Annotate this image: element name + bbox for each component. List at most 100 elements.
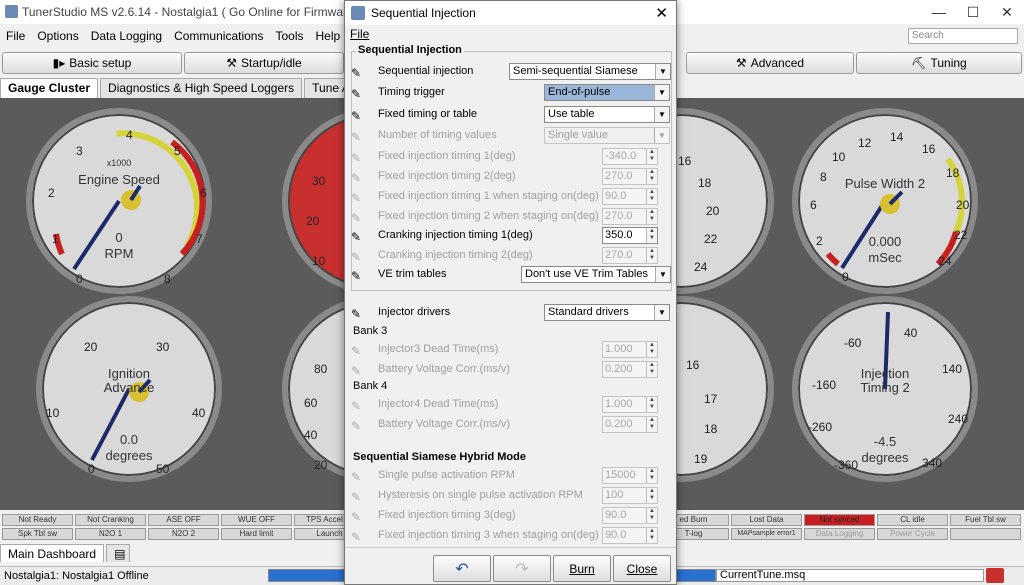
- fixed-injection-timing-1-input: -340.0 ▲ ▼: [602, 148, 658, 165]
- dialog-icon: [351, 6, 365, 20]
- row-injector3-dead-time: ✎ Injector3 Dead Time(ms) 1.000 ▲ ▼: [345, 341, 670, 359]
- engine-icon: ▮▸: [52, 56, 66, 70]
- row-fixed-injection-timing-3-staging: ✎ Fixed injection timing 3 when staging …: [345, 527, 670, 545]
- progress-bar: [268, 569, 346, 582]
- dialog-title-bar: Sequential Injection ✕: [345, 1, 676, 25]
- dialog-title: Sequential Injection: [371, 6, 476, 20]
- status-indicator: Power Cycle: [877, 528, 948, 540]
- dashboard-tabs: Main Dashboard ▤: [0, 544, 132, 562]
- redo-button: ↷: [493, 555, 551, 582]
- pencil-icon[interactable]: ✎: [351, 87, 364, 101]
- close-icon[interactable]: ✕: [655, 4, 668, 22]
- row-sequential-injection: ✎ Sequential injection Semi-sequential S…: [345, 63, 671, 81]
- row-single-pulse-rpm: ✎ Single pulse activation RPM 15000 ▲ ▼: [345, 467, 670, 485]
- pencil-icon[interactable]: ✎: [351, 66, 364, 80]
- advanced-button[interactable]: ⚒ Advanced: [686, 52, 854, 74]
- tab-diagnostics[interactable]: Diagnostics & High Speed Loggers: [100, 78, 303, 98]
- status-indicators-row2: Spk Tbl sw N2O 1 N2O 2 Hard limit Launch: [2, 528, 365, 540]
- sequential-injection-select[interactable]: Semi-sequential Siamese ▼: [509, 63, 671, 80]
- status-indicator: Spk Tbl sw: [2, 528, 73, 540]
- close-button[interactable]: Close: [613, 555, 671, 582]
- menu-options[interactable]: Options: [31, 29, 84, 43]
- menu-help[interactable]: Help: [309, 29, 346, 43]
- pencil-icon[interactable]: ✎: [351, 230, 364, 244]
- timing-values-select: Single value ▼: [544, 127, 670, 144]
- row-cranking-injection-timing-2: ✎ Cranking injection timing 2(deg) 270.0…: [345, 247, 670, 265]
- pencil-icon[interactable]: ✎: [351, 307, 364, 321]
- startup-idle-button[interactable]: ⚒ Startup/idle: [184, 52, 344, 74]
- injector4-dead-time-input: 1.000 ▲ ▼: [602, 396, 658, 413]
- pencil-icon: ✎: [351, 399, 362, 413]
- connection-status: Nostalgia1: Nostalgia1 Offline: [4, 570, 149, 582]
- minimize-icon[interactable]: —: [922, 0, 956, 24]
- tune-file-name: CurrentTune.msq: [716, 569, 984, 582]
- burn-button[interactable]: Burn: [553, 555, 611, 582]
- tab-gauge-cluster[interactable]: Gauge Cluster: [0, 78, 99, 98]
- status-indicators-row1-right: ed Burn Lost Data Not synced CL idle Fue…: [658, 514, 1021, 526]
- maximize-icon[interactable]: ☐: [956, 0, 990, 24]
- pencil-icon: ✎: [351, 211, 362, 225]
- bank4-battery-corr-input: 0.200 ▲ ▼: [602, 416, 658, 433]
- row-fixed-injection-timing-3: ✎ Fixed injection timing 3(deg) 90.0 ▲ ▼: [345, 507, 670, 525]
- group-title: Sequential Injection: [356, 44, 464, 56]
- new-dashboard-icon[interactable]: ▤: [106, 544, 131, 562]
- status-indicator: [950, 528, 1021, 540]
- injection-timing-2-gauge: -360 -260 -160 -60 40 140 240 340 Inject…: [792, 296, 978, 482]
- status-indicator: Hard limit: [221, 528, 292, 540]
- bank3-battery-corr-input: 0.200 ▲ ▼: [602, 361, 658, 378]
- pencil-icon[interactable]: ✎: [351, 109, 364, 123]
- row-injector4-dead-time: ✎ Injector4 Dead Time(ms) 1.000 ▲ ▼: [345, 396, 670, 414]
- main-tabs: Gauge Cluster Diagnostics & High Speed L…: [0, 78, 376, 98]
- pencil-icon: ✎: [351, 364, 362, 378]
- fixed-timing-select[interactable]: Use table ▼: [544, 106, 670, 123]
- progress-bar: [676, 569, 716, 582]
- undo-button[interactable]: ↶: [433, 555, 491, 582]
- app-icon: [5, 5, 18, 18]
- sequential-injection-dialog: Sequential Injection ✕ File Sequential I…: [344, 0, 677, 585]
- engine-speed-gauge: 0 1 2 3 4 5 6 7 8 x1000 Engine Speed 0 R…: [26, 108, 212, 294]
- pencil-icon: ✎: [351, 191, 362, 205]
- row-ve-trim-tables: ✎ VE trim tables Don't use VE Trim Table…: [345, 266, 671, 284]
- row-hysteresis: ✎ Hysteresis on single pulse activation …: [345, 487, 670, 505]
- stop-icon[interactable]: [986, 568, 1004, 583]
- pencil-icon[interactable]: ✎: [351, 269, 364, 283]
- dialog-divider: [345, 547, 676, 548]
- pencil-icon: ✎: [351, 470, 362, 484]
- injector-drivers-select[interactable]: Standard drivers ▼: [544, 304, 670, 321]
- status-indicator: MAPsample error1: [731, 528, 802, 540]
- injector3-dead-time-input: 1.000 ▲ ▼: [602, 341, 658, 358]
- basic-setup-button[interactable]: ▮▸ Basic setup: [2, 52, 182, 74]
- status-indicator: Data Logging: [804, 528, 875, 540]
- cranking-timing-1-input[interactable]: 350.0 ▲ ▼: [602, 227, 658, 244]
- status-indicator: WUE OFF: [221, 514, 292, 526]
- ve-trim-select[interactable]: Don't use VE Trim Tables ▼: [521, 266, 671, 283]
- timing-trigger-select[interactable]: End-of-pulse ▼: [544, 84, 670, 101]
- row-fixed-injection-timing-1-staging: ✎ Fixed injection timing 1 when staging …: [345, 188, 670, 206]
- dialog-menu-file[interactable]: File: [345, 25, 676, 43]
- status-indicator: Not Cranking: [75, 514, 146, 526]
- row-cranking-injection-timing-1: ✎ Cranking injection timing 1(deg) 350.0…: [345, 227, 670, 245]
- staging-timing-2-input: 270.0 ▲ ▼: [602, 208, 658, 225]
- row-bank3-battery-corr: ✎ Battery Voltage Corr.(ms/v) 0.200 ▲ ▼: [345, 361, 670, 379]
- status-indicator: ASE OFF: [148, 514, 219, 526]
- menu-file[interactable]: File: [0, 29, 31, 43]
- pencil-icon: ✎: [351, 490, 362, 504]
- cranking-timing-2-input: 270.0 ▲ ▼: [602, 247, 658, 264]
- pulse-width-2-gauge: 0 2 6 8 10 12 14 16 18 20 22 24 Pulse Wi…: [792, 108, 978, 294]
- close-icon[interactable]: ✕: [990, 0, 1024, 24]
- search-input[interactable]: Search: [908, 28, 1018, 44]
- menu-tools[interactable]: Tools: [269, 29, 309, 43]
- hysteresis-input: 100 ▲ ▼: [602, 487, 658, 504]
- tuning-button[interactable]: ⛏ Tuning: [856, 52, 1022, 74]
- menu-bar: File Options Data Logging Communications…: [0, 26, 346, 46]
- row-fixed-injection-timing-2: ✎ Fixed injection timing 2(deg) 270.0 ▲ ▼: [345, 168, 670, 186]
- tab-main-dashboard[interactable]: Main Dashboard: [0, 544, 105, 562]
- pencil-icon: ✎: [351, 171, 362, 185]
- status-indicator: Lost Data: [731, 514, 802, 526]
- menu-data-logging[interactable]: Data Logging: [85, 29, 168, 43]
- row-fixed-injection-timing-1: ✎ Fixed injection timing 1(deg) -340.0 ▲ ▼: [345, 148, 670, 166]
- menu-communications[interactable]: Communications: [168, 29, 269, 43]
- row-timing-trigger: ✎ Timing trigger End-of-pulse ▼: [345, 84, 670, 102]
- staging-timing-1-input: 90.0 ▲ ▼: [602, 188, 658, 205]
- status-indicator: N2O 2: [148, 528, 219, 540]
